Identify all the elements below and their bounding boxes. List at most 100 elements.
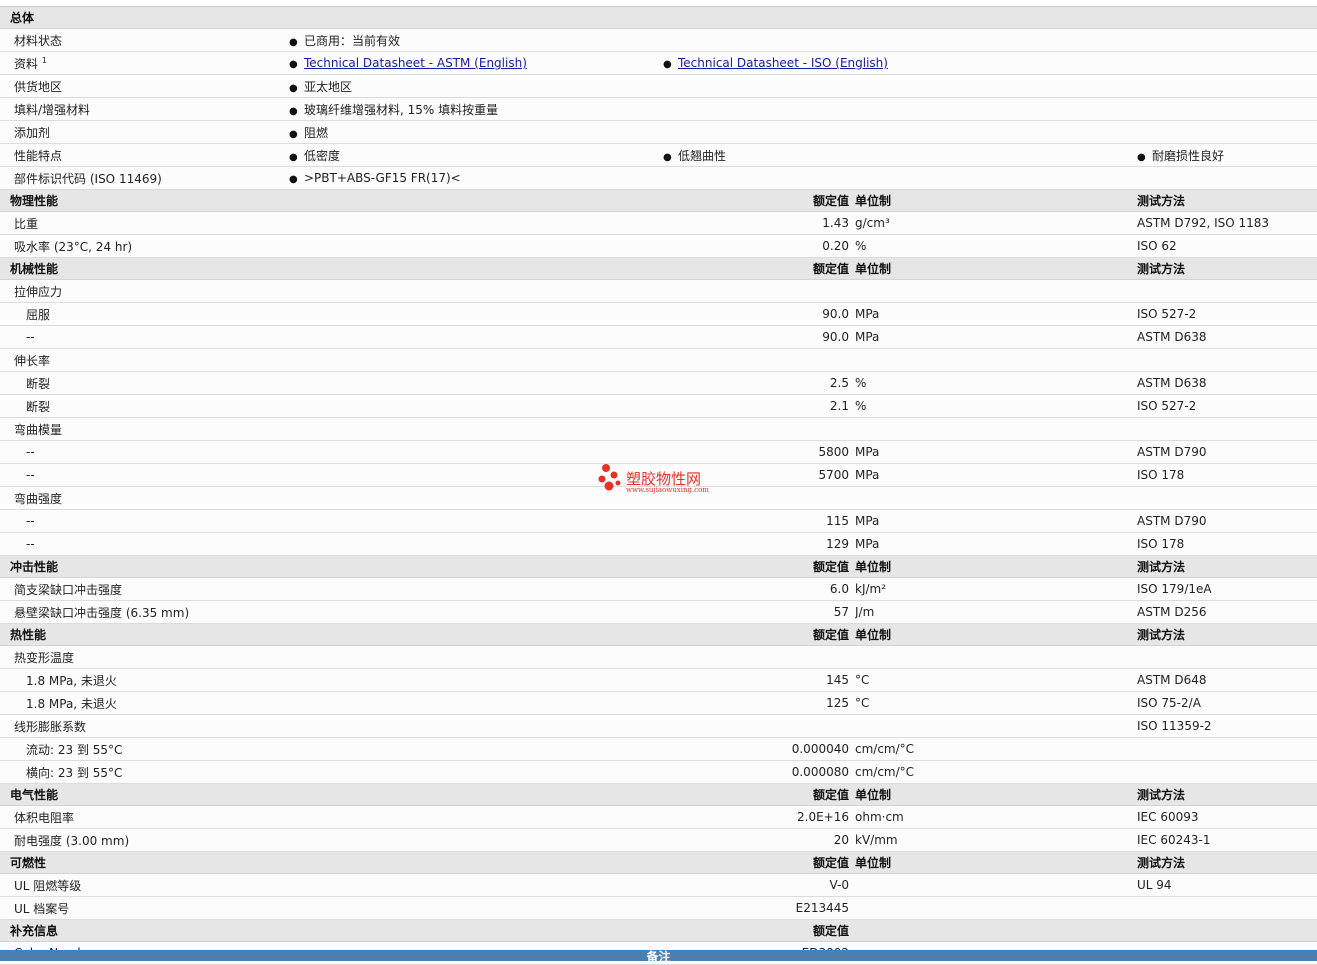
general-label: 性能特点	[14, 148, 63, 163]
general-col-2: ● Technical Datasheet - ISO (English)	[663, 51, 1137, 75]
property-row: 线形膨胀系数 ISO 11359-2	[0, 714, 1317, 738]
value-column-header: 额定值	[663, 623, 855, 646]
value-column-header: 额定值	[663, 919, 855, 942]
section-header: 电气性能 额定值 单位制 测试方法	[0, 783, 1317, 806]
property-test-method: ISO 178	[1137, 532, 1317, 556]
bullet-icon: ●	[1137, 151, 1146, 163]
notes-section-bar[interactable]: 备注	[0, 950, 1317, 961]
property-name-cell: 比重	[0, 211, 663, 235]
watermark-url: www.sujiaowuxing.com	[626, 486, 709, 494]
general-col-2	[663, 28, 1137, 52]
property-condition: (3.00 mm)	[65, 833, 130, 848]
property-test-method	[1137, 896, 1317, 920]
bullet-icon: ●	[289, 82, 298, 94]
property-value: 1.43	[663, 211, 855, 235]
value-column-header: 额定值	[663, 257, 855, 280]
property-unit: cm/cm/°C	[855, 737, 1137, 761]
property-row: 耐电强度 (3.00 mm) 20 kV/mm IEC 60243-1	[0, 828, 1317, 852]
section-header: 冲击性能 额定值 单位制 测试方法	[0, 555, 1317, 578]
property-unit: %	[855, 371, 1137, 395]
property-test-method: ASTM D790	[1137, 509, 1317, 533]
general-col-3	[1137, 166, 1317, 190]
property-name: --	[26, 445, 35, 459]
property-condition: (23°C, 24 hr)	[53, 239, 133, 254]
unit-column-header: 单位制	[855, 555, 1137, 578]
property-name: 简支梁缺口冲击强度	[14, 582, 123, 597]
unit-column-header: 单位制	[855, 851, 1137, 874]
property-unit: MPa	[855, 463, 1137, 487]
property-unit: kV/mm	[855, 828, 1137, 852]
general-col-2	[663, 120, 1137, 144]
property-test-method: IEC 60243-1	[1137, 828, 1317, 852]
iso-datasheet-link[interactable]: Technical Datasheet - ISO (English)	[678, 56, 888, 70]
property-name-cell: 横向: 23 到 55°C	[0, 760, 663, 784]
property-name: 线形膨胀系数	[14, 719, 87, 734]
general-col-2: ● 低翘曲性	[663, 143, 1137, 167]
astm-datasheet-link[interactable]: Technical Datasheet - ASTM (English)	[304, 56, 527, 70]
property-unit	[855, 348, 1137, 372]
property-value: 145	[663, 668, 855, 692]
general-label-cell: 资料 1	[0, 51, 285, 75]
property-name: 1.8 MPa, 未退火	[26, 696, 117, 711]
section-title: 补充信息	[0, 919, 663, 942]
property-name: 1.8 MPa, 未退火	[26, 673, 117, 688]
general-value: 阻燃	[304, 125, 329, 140]
test-column-header: 测试方法	[1137, 257, 1317, 280]
property-unit	[855, 279, 1137, 303]
property-test-method: ASTM D792, ISO 1183	[1137, 211, 1317, 235]
general-value: 耐磨损性良好	[1152, 148, 1225, 163]
property-test-method	[1137, 760, 1317, 784]
property-test-method	[1137, 417, 1317, 441]
property-subrow: -- 90.0 MPa ASTM D638	[0, 325, 1317, 349]
property-row: UL 阻燃等级 V-0 UL 94	[0, 873, 1317, 897]
general-col-2	[663, 74, 1137, 98]
property-test-method: ASTM D256	[1137, 600, 1317, 624]
property-value: 5800	[663, 440, 855, 464]
property-subrow: 1.8 MPa, 未退火 145 °C ASTM D648	[0, 668, 1317, 692]
property-value	[663, 714, 855, 738]
general-row: 供货地区 ● 亚太地区	[0, 74, 1317, 98]
property-name-cell: 拉伸应力	[0, 279, 663, 303]
general-value: 已商用：当前有效	[304, 33, 401, 48]
bullet-icon: ●	[663, 59, 672, 70]
general-col-2	[663, 166, 1137, 190]
property-unit	[855, 714, 1137, 738]
general-row: 添加剂 ● 阻燃	[0, 120, 1317, 144]
property-unit: °C	[855, 668, 1137, 692]
property-row: 简支梁缺口冲击强度 6.0 kJ/m² ISO 179/1eA	[0, 577, 1317, 601]
property-name: 热变形温度	[14, 650, 75, 665]
property-subrow: 1.8 MPa, 未退火 125 °C ISO 75-2/A	[0, 691, 1317, 715]
property-unit: MPa	[855, 440, 1137, 464]
property-row: 拉伸应力	[0, 279, 1317, 303]
property-subrow: -- 129 MPa ISO 178	[0, 532, 1317, 556]
property-name-cell: UL 阻燃等级	[0, 873, 663, 897]
general-label: 资料	[14, 56, 39, 71]
property-name-cell: 流动: 23 到 55°C	[0, 737, 663, 761]
general-value: 低密度	[304, 148, 341, 163]
bullet-icon: ●	[289, 128, 298, 140]
general-col-3	[1137, 28, 1317, 52]
section-title: 热性能	[0, 623, 663, 646]
property-name-cell: 伸长率	[0, 348, 663, 372]
section-header: 可燃性 额定值 单位制 测试方法	[0, 851, 1317, 874]
property-value: 2.0E+16	[663, 805, 855, 829]
property-unit	[855, 645, 1137, 669]
property-name-cell: --	[0, 509, 663, 533]
general-label: 添加剂	[14, 125, 51, 140]
general-label-cell: 填料/增强材料	[0, 97, 285, 121]
bullet-icon: ●	[289, 59, 298, 70]
general-col-3	[1137, 74, 1317, 98]
property-value: 90.0	[663, 302, 855, 326]
property-name-cell: 悬壁梁缺口冲击强度 (6.35 mm)	[0, 600, 663, 624]
property-unit: %	[855, 394, 1137, 418]
section-title: 机械性能	[0, 257, 663, 280]
property-unit: g/cm³	[855, 211, 1137, 235]
property-row: 体积电阻率 2.0E+16 ohm·cm IEC 60093	[0, 805, 1317, 829]
general-col-3	[1137, 120, 1317, 144]
test-column-header: 测试方法	[1137, 555, 1317, 578]
property-test-method: ISO 75-2/A	[1137, 691, 1317, 715]
general-value: >PBT+ABS-GF15 FR(17)<	[304, 171, 461, 185]
property-row: 热变形温度	[0, 645, 1317, 669]
property-name-cell: 屈服	[0, 302, 663, 326]
unit-column-header: 单位制	[855, 257, 1137, 280]
